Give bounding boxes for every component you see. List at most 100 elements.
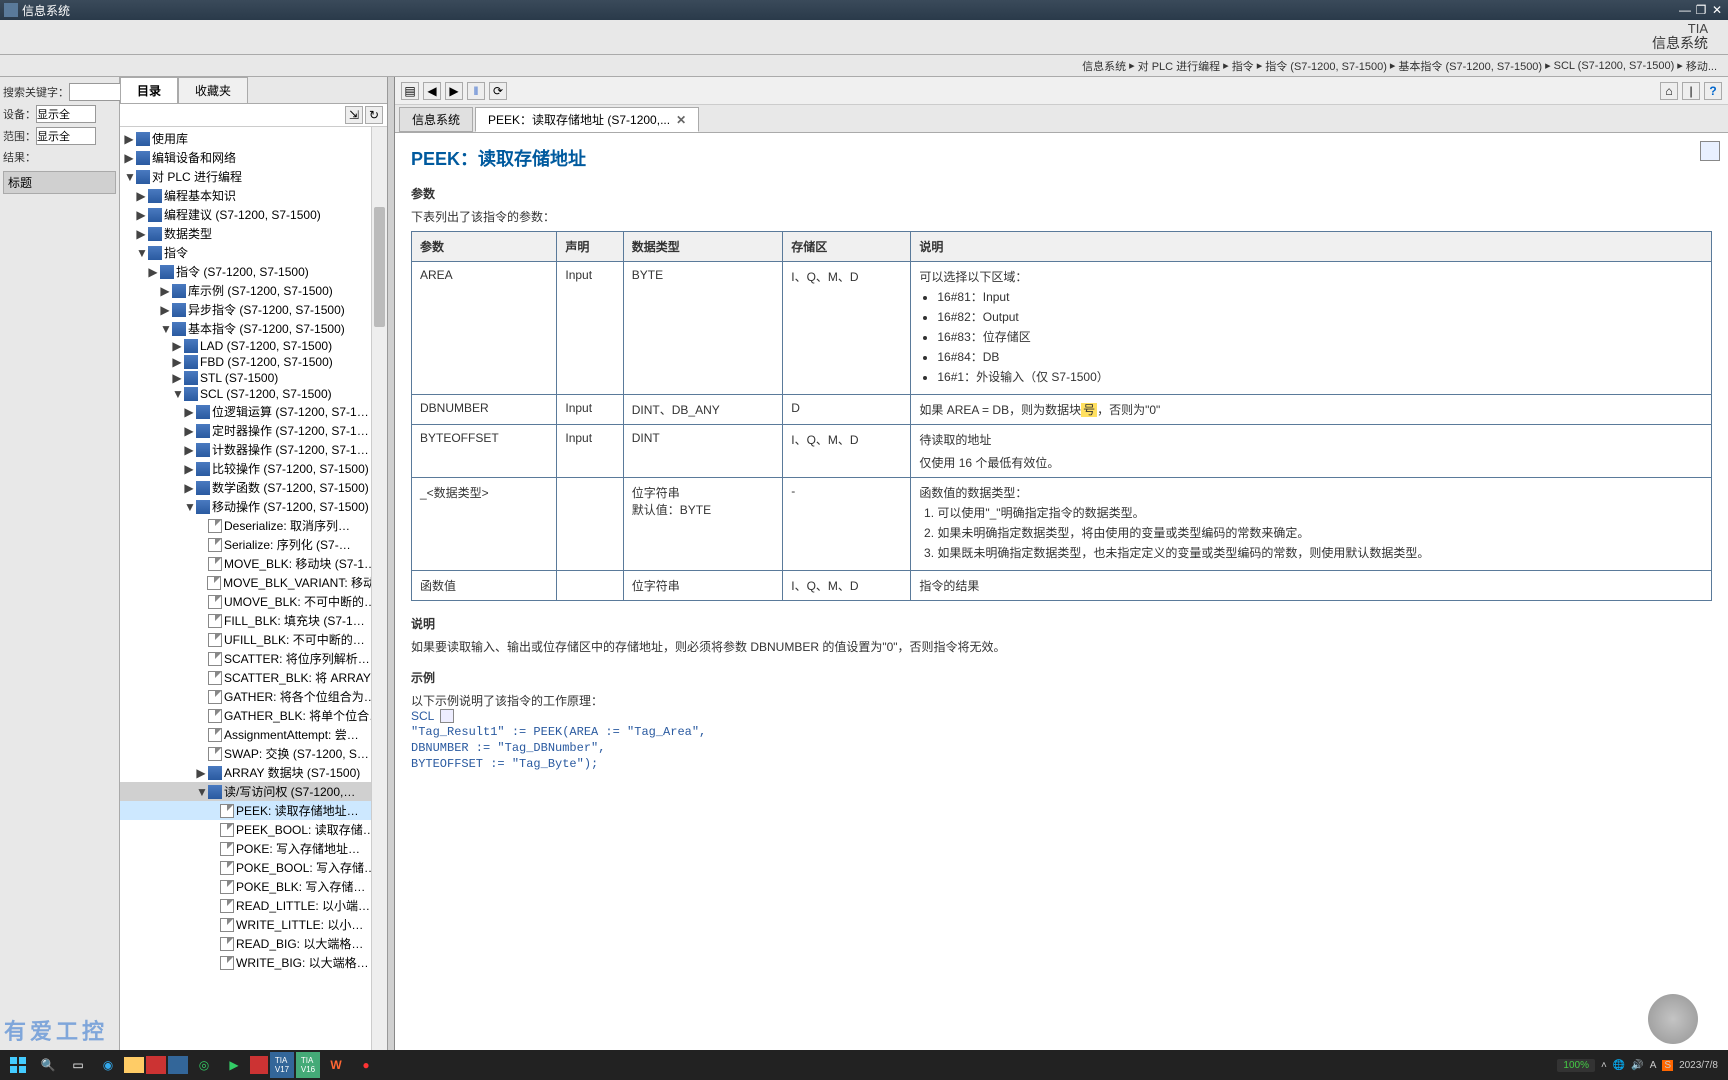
taskview-icon[interactable]: ▭ — [64, 1052, 92, 1078]
app-icon-2[interactable]: ◎ — [190, 1052, 218, 1078]
tree-node[interactable]: ▼移动操作 (S7-1200, S7-1500) — [120, 497, 387, 516]
tray-ime-icon[interactable]: A — [1650, 1060, 1657, 1071]
expand-toggle-icon[interactable]: ▶ — [196, 766, 206, 780]
tree-node[interactable]: ▶定时器操作 (S7-1200, S7-1… — [120, 421, 387, 440]
tree-node[interactable]: AssignmentAttempt: 尝… — [120, 725, 387, 744]
taskbar[interactable]: 🔍 ▭ ◉ ◎ ▶ TIAV17 TIAV16 W ● 100% ˄ 🌐 🔊 A… — [0, 1050, 1728, 1080]
tree-node[interactable]: GATHER: 将各个位组合为… — [120, 687, 387, 706]
pdf-icon[interactable] — [146, 1056, 166, 1074]
help-icon[interactable]: ? — [1704, 82, 1722, 100]
tree-node[interactable]: ▶编辑设备和网络 — [120, 148, 387, 167]
tree-node[interactable]: READ_LITTLE: 以小端… — [120, 896, 387, 915]
tree-node[interactable]: ▶库示例 (S7-1200, S7-1500) — [120, 281, 387, 300]
crumb[interactable]: 移动... — [1683, 58, 1720, 74]
nav-tree[interactable]: ▶使用库▶编辑设备和网络▼对 PLC 进行编程▶编程基本知识▶编程建议 (S7-… — [120, 127, 387, 1068]
expand-toggle-icon[interactable]: ▶ — [172, 371, 182, 385]
tree-node[interactable]: ▼基本指令 (S7-1200, S7-1500) — [120, 319, 387, 338]
tab-toc[interactable]: 目录 — [120, 77, 178, 103]
tree-node[interactable]: ▶LAD (S7-1200, S7-1500) — [120, 338, 387, 354]
tree-node[interactable]: GATHER_BLK: 将单个位合… — [120, 706, 387, 725]
expand-toggle-icon[interactable]: ▶ — [172, 355, 182, 369]
expand-toggle-icon[interactable]: ▼ — [196, 785, 206, 799]
tia-v16-icon[interactable]: TIAV16 — [296, 1052, 320, 1078]
tab-peek[interactable]: PEEK：读取存储地址 (S7-1200,...✕ — [475, 107, 699, 132]
tree-node[interactable]: ▶数学函数 (S7-1200, S7-1500) — [120, 478, 387, 497]
crumb[interactable]: 基本指令 (S7-1200, S7-1500) — [1395, 58, 1545, 74]
expand-toggle-icon[interactable]: ▶ — [124, 132, 134, 146]
tray-vol-icon[interactable]: 🔊 — [1631, 1060, 1643, 1071]
tree-node[interactable]: UFILL_BLK: 不可中断的… — [120, 630, 387, 649]
zoom-level[interactable]: 100% — [1557, 1059, 1595, 1072]
expand-toggle-icon[interactable]: ▼ — [124, 170, 134, 184]
tree-node[interactable]: PEEK: 读取存储地址… — [120, 801, 387, 820]
tree-node[interactable]: MOVE_BLK: 移动块 (S7-1… — [120, 554, 387, 573]
refresh-icon[interactable]: ⟳ — [489, 82, 507, 100]
tree-node[interactable]: POKE_BOOL: 写入存储… — [120, 858, 387, 877]
search-icon[interactable]: 🔍 — [34, 1052, 62, 1078]
tree-scrollbar[interactable] — [371, 127, 387, 1068]
tree-node[interactable]: ▼指令 — [120, 243, 387, 262]
tree-node[interactable]: ▶STL (S7-1500) — [120, 370, 387, 386]
nav-menu-icon[interactable]: ▤ — [401, 82, 419, 100]
start-icon[interactable] — [4, 1052, 32, 1078]
restore-icon[interactable]: ❐ — [1694, 3, 1708, 17]
wps-icon[interactable]: W — [322, 1052, 350, 1078]
close-icon[interactable]: ✕ — [1710, 3, 1724, 17]
tray-sogou-icon[interactable]: S — [1662, 1060, 1673, 1071]
expand-toggle-icon[interactable]: ▼ — [160, 322, 170, 336]
tree-node[interactable]: UMOVE_BLK: 不可中断的… — [120, 592, 387, 611]
crumb[interactable]: 对 PLC 进行编程 — [1135, 58, 1224, 74]
copy-icon[interactable] — [440, 709, 454, 723]
close-tab-icon[interactable]: ✕ — [676, 113, 686, 127]
tray-up-icon[interactable]: ˄ — [1601, 1060, 1607, 1071]
pause-icon[interactable]: ‖ — [467, 82, 485, 100]
app-icon-1[interactable] — [168, 1056, 188, 1074]
tree-node[interactable]: ▶计数器操作 (S7-1200, S7-1… — [120, 440, 387, 459]
expand-toggle-icon[interactable]: ▶ — [184, 424, 194, 438]
expand-toggle-icon[interactable]: ▶ — [184, 405, 194, 419]
expand-toggle-icon[interactable]: ▶ — [184, 462, 194, 476]
minimize-icon[interactable]: — — [1678, 3, 1692, 17]
tree-node[interactable]: ▼对 PLC 进行编程 — [120, 167, 387, 186]
tray-date[interactable]: 2023/7/8 — [1679, 1060, 1718, 1071]
expand-toggle-icon[interactable]: ▶ — [148, 265, 158, 279]
expand-toggle-icon[interactable]: ▼ — [172, 387, 182, 401]
tree-node[interactable]: SCATTER_BLK: 将 ARRAY … — [120, 668, 387, 687]
tree-node[interactable]: ▶比较操作 (S7-1200, S7-1500) — [120, 459, 387, 478]
tree-node[interactable]: ▼SCL (S7-1200, S7-1500) — [120, 386, 387, 402]
expand-icon[interactable]: ⇲ — [345, 106, 363, 124]
tree-node[interactable]: MOVE_BLK_VARIANT: 移动… — [120, 573, 387, 592]
tree-node[interactable]: FILL_BLK: 填充块 (S7-1… — [120, 611, 387, 630]
tray-net-icon[interactable]: 🌐 — [1613, 1060, 1625, 1071]
back-icon[interactable]: ◀ — [423, 82, 441, 100]
tree-node[interactable]: ▶编程建议 (S7-1200, S7-1500) — [120, 205, 387, 224]
tree-node[interactable]: ▶位逻辑运算 (S7-1200, S7-1… — [120, 402, 387, 421]
expand-toggle-icon[interactable]: ▶ — [124, 151, 134, 165]
tree-node[interactable]: ▶使用库 — [120, 129, 387, 148]
expand-toggle-icon[interactable]: ▶ — [172, 339, 182, 353]
tree-node[interactable]: WRITE_BIG: 以大端格… — [120, 953, 387, 972]
app-icon-4[interactable] — [250, 1056, 268, 1074]
forward-icon[interactable]: ▶ — [445, 82, 463, 100]
tree-node[interactable]: ▼读/写访问权 (S7-1200,… — [120, 782, 387, 801]
tree-node[interactable]: POKE_BLK: 写入存储… — [120, 877, 387, 896]
app-icon-3[interactable]: ▶ — [220, 1052, 248, 1078]
tree-node[interactable]: Serialize: 序列化 (S7-… — [120, 535, 387, 554]
expand-toggle-icon[interactable]: ▶ — [136, 227, 146, 241]
expand-toggle-icon[interactable]: ▶ — [160, 303, 170, 317]
expand-toggle-icon[interactable]: ▶ — [136, 208, 146, 222]
explorer-icon[interactable] — [124, 1057, 144, 1073]
tree-node[interactable]: POKE: 写入存储地址… — [120, 839, 387, 858]
tree-node[interactable]: SWAP: 交换 (S7-1200, S… — [120, 744, 387, 763]
tree-node[interactable]: WRITE_LITTLE: 以小… — [120, 915, 387, 934]
tree-node[interactable]: ▶数据类型 — [120, 224, 387, 243]
range-select[interactable] — [36, 127, 96, 145]
expand-toggle-icon[interactable]: ▼ — [136, 246, 146, 260]
crumb[interactable]: SCL (S7-1200, S7-1500) — [1551, 60, 1678, 72]
tree-node[interactable]: PEEK_BOOL: 读取存储… — [120, 820, 387, 839]
expand-toggle-icon[interactable]: ▶ — [184, 443, 194, 457]
tree-node[interactable]: Deserialize: 取消序列… — [120, 516, 387, 535]
tree-node[interactable]: ▶异步指令 (S7-1200, S7-1500) — [120, 300, 387, 319]
tree-node[interactable]: ▶ARRAY 数据块 (S7-1500) — [120, 763, 387, 782]
tab-favorites[interactable]: 收藏夹 — [178, 77, 248, 103]
